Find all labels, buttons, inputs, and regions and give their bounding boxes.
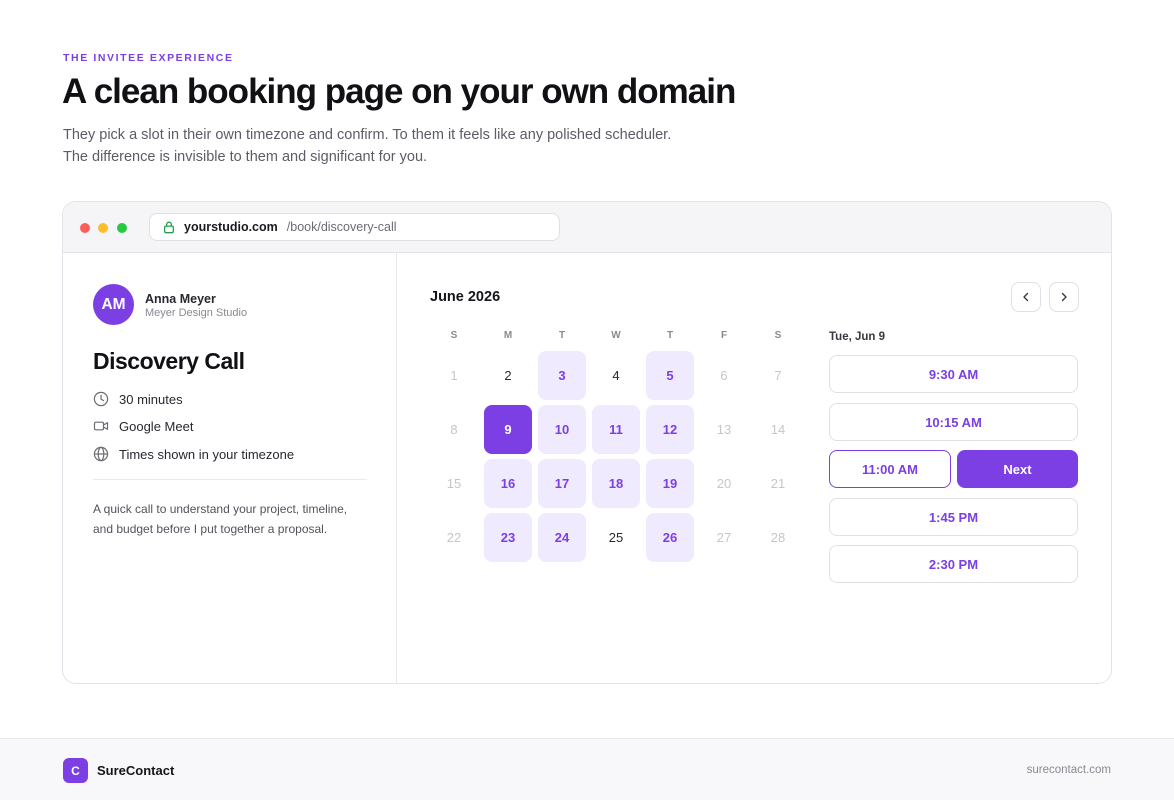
calendar-day: 27 — [716, 530, 732, 545]
event-location: Google Meet — [93, 418, 193, 434]
booking-panel: June 2026 S M T W T F S 1 2 3 4 5 6 7 8 9 10 11 12 13 14 15 16… — [397, 253, 1111, 683]
host-studio: Meyer Design Studio — [145, 307, 248, 319]
weekday-header: M — [503, 330, 513, 341]
calendar-month-label: June 2026 — [430, 289, 501, 305]
calendar-day: 25 — [608, 530, 624, 545]
page-title: A clean booking page on your own domain — [62, 72, 736, 111]
calendar-day: 1 — [450, 368, 458, 383]
calendar-day[interactable]: 16 — [484, 459, 532, 508]
avatar: AM — [93, 284, 134, 325]
calendar-day: 7 — [774, 368, 782, 383]
calendar-day: 8 — [450, 422, 458, 437]
calendar-day[interactable]: 19 — [646, 459, 694, 508]
weekday-header: W — [611, 330, 621, 341]
address-bar[interactable]: yourstudio.com /book/discovery-call — [149, 213, 560, 241]
page-subtitle: They pick a slot in their own timezone a… — [63, 124, 671, 168]
subtitle-line-2: The difference is invisible to them and … — [63, 149, 428, 165]
footer-url[interactable]: surecontact.com — [1027, 764, 1111, 776]
time-slot-button[interactable]: 10:15 AM — [829, 403, 1078, 441]
calendar-day: 4 — [612, 368, 620, 383]
weekday-header: T — [558, 330, 566, 341]
calendar-day: 21 — [770, 476, 786, 491]
details-divider — [93, 479, 367, 480]
duration-text: 30 minutes — [119, 391, 183, 407]
calendar-day: 22 — [446, 530, 462, 545]
selected-date-label: Tue, Jun 9 — [829, 331, 886, 343]
event-duration: 30 minutes — [93, 391, 183, 407]
calendar-day[interactable]: 10 — [538, 405, 586, 454]
timezone-text: Times shown in your timezone — [119, 446, 295, 462]
weekday-header: F — [720, 330, 728, 341]
event-timezone: Times shown in your timezone — [93, 446, 294, 462]
next-button[interactable]: Next — [957, 450, 1078, 488]
calendar-day: 28 — [770, 530, 786, 545]
subtitle-line-1: They pick a slot in their own timezone a… — [63, 127, 672, 143]
brand-name: SureContact — [97, 763, 175, 778]
calendar-day: 15 — [446, 476, 462, 491]
weekday-header: T — [666, 330, 674, 341]
video-camera-icon — [93, 421, 109, 431]
calendar-day: 2 — [504, 368, 512, 383]
calendar-day[interactable]: 11 — [592, 405, 640, 454]
time-slot-selected[interactable]: 11:00 AM — [829, 450, 951, 488]
lock-icon — [162, 220, 176, 234]
page-footer: C SureContact surecontact.com — [0, 738, 1174, 800]
event-description: A quick call to understand your project,… — [93, 502, 348, 536]
previous-month-button[interactable] — [1011, 282, 1041, 312]
calendar-day: 13 — [716, 422, 732, 437]
event-title: Discovery Call — [93, 348, 245, 374]
calendar-day: 20 — [716, 476, 732, 491]
chevron-left-icon — [1023, 292, 1029, 302]
calendar-day[interactable]: 23 — [484, 513, 532, 562]
url-path: /book/discovery-call — [286, 220, 397, 234]
chevron-right-icon — [1061, 292, 1067, 302]
page-eyebrow: THE INVITEE EXPERIENCE — [63, 52, 234, 64]
calendar-day[interactable]: 17 — [538, 459, 586, 508]
event-details-panel: AM Anna Meyer Meyer Design Studio Discov… — [63, 253, 397, 683]
calendar-day[interactable]: 5 — [646, 351, 694, 400]
location-text: Google Meet — [119, 418, 194, 434]
browser-chrome: yourstudio.com /book/discovery-call — [63, 202, 1111, 253]
calendar-day: 14 — [770, 422, 786, 437]
clock-icon — [93, 391, 109, 407]
minimize-window-dot[interactable] — [98, 223, 108, 233]
next-month-button[interactable] — [1049, 282, 1079, 312]
maximize-window-dot[interactable] — [117, 223, 127, 233]
url-domain: yourstudio.com — [184, 220, 278, 234]
calendar-day[interactable]: 26 — [646, 513, 694, 562]
calendar-day[interactable]: 3 — [538, 351, 586, 400]
time-slot-button[interactable]: 9:30 AM — [829, 355, 1078, 393]
browser-window: yourstudio.com /book/discovery-call AM A… — [62, 201, 1112, 684]
time-slot-button[interactable]: 1:45 PM — [829, 498, 1078, 536]
host-name: Anna Meyer — [145, 292, 216, 306]
calendar-day: 6 — [720, 368, 728, 383]
globe-icon — [93, 446, 109, 462]
calendar-day-selected[interactable]: 9 — [484, 405, 532, 454]
brand-logo: C — [63, 758, 88, 783]
calendar-day[interactable]: 24 — [538, 513, 586, 562]
calendar-day[interactable]: 18 — [592, 459, 640, 508]
weekday-header: S — [774, 330, 782, 341]
calendar-day[interactable]: 12 — [646, 405, 694, 454]
weekday-header: S — [450, 330, 458, 341]
time-slot-button[interactable]: 2:30 PM — [829, 545, 1078, 583]
close-window-dot[interactable] — [80, 223, 90, 233]
